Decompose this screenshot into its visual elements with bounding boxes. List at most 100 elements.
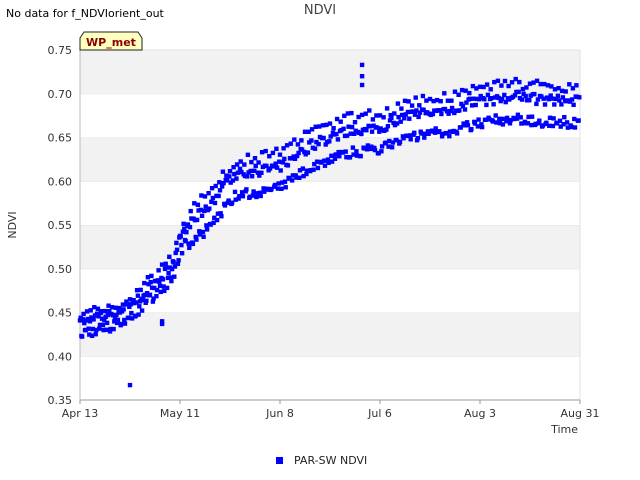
data-point [300,166,306,171]
data-point [402,116,407,121]
data-point [206,191,211,196]
data-point [389,115,394,120]
grid-band [80,225,580,269]
data-point [195,202,201,207]
data-point [447,134,452,139]
data-point [577,95,582,100]
data-point [332,156,338,161]
data-point [279,186,284,191]
data-point [227,174,232,179]
x-tick-label: Jul 6 [367,407,392,420]
data-point [79,334,85,339]
data-point [576,118,581,123]
data-point [178,234,183,239]
data-point [551,116,556,121]
data-point [240,194,246,199]
data-point [249,159,254,165]
data-point [207,206,212,211]
data-point [172,274,177,279]
data-point [523,93,528,99]
data-point [359,74,365,79]
data-point [488,87,493,92]
data-point [174,247,180,252]
data-point [559,102,564,107]
data-point [169,278,174,284]
data-point [263,148,268,154]
x-tick-label: Aug 3 [464,407,496,420]
data-point [244,174,250,179]
data-point [479,124,485,130]
data-point [407,116,412,121]
data-point [283,185,288,190]
data-point [327,139,332,144]
data-point [147,292,153,297]
data-point [216,193,221,199]
data-point [439,111,444,117]
data-point [574,83,579,88]
data-point [252,156,258,161]
data-point [415,135,421,141]
x-tick-label: May 11 [160,407,200,420]
data-point [295,142,301,147]
data-point [176,258,181,263]
data-point [349,110,354,116]
data-point [305,150,311,155]
data-point [270,150,276,156]
y-axis-label: NDVI [6,211,19,238]
data-point [166,270,171,276]
data-point [232,189,238,195]
y-tick-label: 0.40 [48,350,73,363]
data-point [529,114,535,119]
y-tick-label: 0.35 [48,394,73,407]
data-point [149,273,154,279]
data-point [467,90,472,96]
data-point [465,123,471,128]
x-axis-label: Time [550,423,578,436]
data-point [438,99,443,104]
data-point [532,91,537,97]
x-axis-ticks: Apr 13 May 11 Jun 8 Jul 6 Aug 3 Aug 31 [62,400,600,420]
data-point [156,268,161,273]
data-point [242,162,247,167]
data-point [111,326,116,332]
data-point [495,78,501,83]
data-point [311,167,316,172]
data-point [179,242,184,248]
x-tick-label: Jun 8 [265,407,294,420]
data-point [187,245,192,250]
data-point [516,89,521,95]
data-point [256,160,261,165]
x-tick-label: Aug 31 [561,407,600,420]
y-tick-label: 0.60 [48,175,73,188]
data-point [409,103,415,108]
data-point [194,237,199,242]
data-point [417,103,422,108]
data-point [245,152,251,157]
data-point [406,99,411,104]
grid-band [80,356,580,400]
data-point [327,121,333,126]
data-point [136,312,141,317]
data-point [456,92,461,97]
y-tick-label: 0.55 [48,219,73,232]
data-point [227,169,233,174]
data-point [392,111,397,116]
data-point [187,224,193,230]
data-point [142,280,147,286]
data-point [278,168,283,173]
data-point [321,135,326,141]
data-point [259,170,264,175]
data-point [201,234,206,239]
data-point [214,217,220,223]
data-point [343,149,348,154]
data-point [121,307,126,312]
data-point [338,119,343,124]
wp-met-badge[interactable]: WP_met [79,31,143,51]
data-point [358,153,363,159]
data-point [552,102,557,107]
ndvi-scatter-chart: 0.35 0.40 0.45 0.50 0.55 0.60 0.65 0.70 0.75 Apr… [6,31,600,436]
data-point [289,178,295,183]
data-point [91,317,96,322]
data-point [517,79,522,85]
grid-band [80,181,580,225]
